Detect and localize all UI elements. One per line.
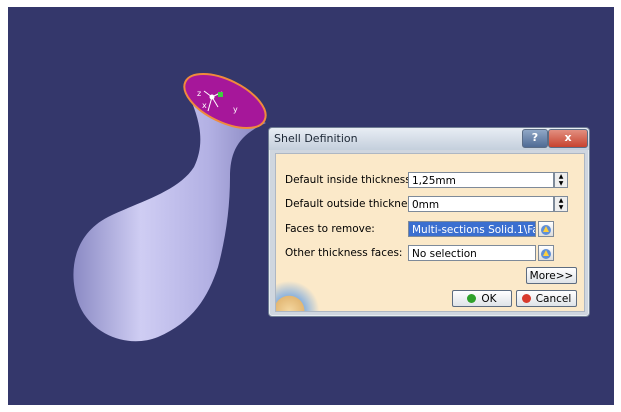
cancel-icon: [521, 294, 531, 303]
outside-thickness-field[interactable]: 0mm: [408, 196, 554, 212]
spin-down-icon[interactable]: ▼: [555, 204, 567, 211]
inside-thickness-label: Default inside thickness:: [285, 174, 415, 186]
inside-thickness-spinner[interactable]: ▲ ▼: [554, 172, 568, 188]
faces-to-remove-label: Faces to remove:: [285, 223, 375, 235]
outside-thickness-label: Default outside thickness:: [285, 198, 422, 210]
axis-origin-marker: [218, 92, 223, 97]
cancel-button[interactable]: Cancel: [516, 290, 577, 307]
ok-label: OK: [481, 293, 497, 305]
cancel-label: Cancel: [535, 293, 572, 305]
axis-label-x: x: [202, 101, 207, 110]
dialog-titlebar[interactable]: Shell Definition ? x: [269, 128, 589, 150]
catia-logo: [276, 281, 320, 311]
selection-list-icon: [541, 249, 551, 259]
axis-label-z: z: [197, 89, 201, 98]
more-button[interactable]: More>>: [526, 267, 577, 284]
inside-thickness-field[interactable]: 1,25mm: [408, 172, 554, 188]
other-faces-selection-button[interactable]: [538, 245, 554, 261]
axis-label-y: y: [233, 105, 238, 114]
dialog-title: Shell Definition: [274, 132, 358, 145]
dialog-body: Default inside thickness: 1,25mm ▲ ▼ Defa…: [275, 153, 585, 312]
outside-thickness-spinner[interactable]: ▲ ▼: [554, 196, 568, 212]
help-button[interactable]: ?: [522, 129, 548, 148]
selection-list-icon: [541, 225, 551, 235]
spin-down-icon[interactable]: ▼: [555, 180, 567, 187]
other-faces-field[interactable]: No selection: [408, 245, 536, 261]
shell-definition-dialog: Shell Definition ? x Default inside thic…: [268, 127, 590, 317]
close-button[interactable]: x: [548, 129, 588, 148]
ok-button[interactable]: OK: [452, 290, 512, 307]
other-faces-label: Other thickness faces:: [285, 247, 403, 259]
spin-up-icon[interactable]: ▲: [555, 173, 567, 180]
faces-to-remove-field[interactable]: Multi-sections Solid.1\Face: [408, 221, 536, 237]
faces-to-remove-selection-button[interactable]: [538, 221, 554, 237]
ok-icon: [467, 294, 477, 303]
spin-up-icon[interactable]: ▲: [555, 197, 567, 204]
